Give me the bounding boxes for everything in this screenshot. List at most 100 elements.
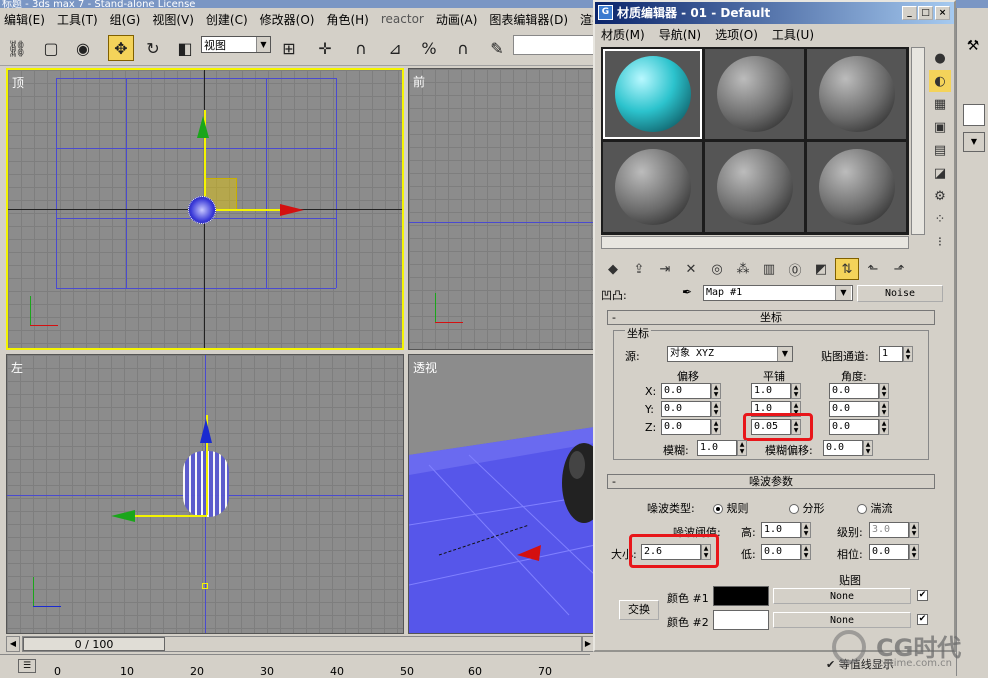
menu-reactor[interactable]: reactor	[381, 12, 424, 26]
sample-slot-2[interactable]	[705, 49, 804, 139]
make-preview-icon[interactable]: ◪	[929, 162, 951, 184]
blur-field[interactable]: 1.0	[697, 440, 737, 456]
coordinates-rollout-header[interactable]: - 坐标	[607, 310, 935, 325]
show-end-result-icon[interactable]: ⇅	[835, 258, 859, 280]
noise-type-turbulence[interactable]: 湍流	[857, 500, 893, 516]
named-selection-field[interactable]	[513, 35, 598, 55]
sample-slot-3[interactable]	[807, 49, 906, 139]
viewport-perspective[interactable]: 透视	[408, 354, 594, 634]
menu-modifiers[interactable]: 修改器(O)	[260, 11, 315, 28]
chevron-down-icon[interactable]: ▼	[777, 347, 792, 361]
angle-x-field[interactable]: 0.0	[829, 383, 879, 399]
menu-graph-editors[interactable]: 图表编辑器(D)	[489, 11, 568, 28]
low-field[interactable]: 0.0	[761, 544, 801, 560]
phase-spinner[interactable]: ▲ ▼	[909, 544, 919, 560]
offset-x-spinner[interactable]: ▲ ▼	[711, 383, 721, 399]
me-menu-navigation[interactable]: 导航(N)	[659, 26, 701, 43]
chevron-down-icon[interactable]: ▼	[963, 132, 985, 152]
tiling-x-field[interactable]: 1.0	[751, 383, 791, 399]
gizmo-z-arrow[interactable]	[200, 419, 212, 443]
map-name-field[interactable]: Map #1	[703, 285, 853, 301]
map-channel-field[interactable]: 1	[879, 346, 903, 362]
blur-spinner[interactable]: ▲ ▼	[737, 440, 747, 456]
select-link-icon[interactable]: ⛓	[4, 35, 30, 61]
manipulate-icon[interactable]: ✛	[312, 35, 338, 61]
me-menu-material[interactable]: 材质(M)	[601, 26, 645, 43]
select-object-icon[interactable]: ◉	[70, 35, 96, 61]
maximize-button[interactable]: □	[918, 6, 933, 20]
menu-views[interactable]: 视图(V)	[152, 11, 194, 28]
rotate-tool-icon[interactable]: ↻	[140, 35, 166, 61]
offset-y-field[interactable]: 0.0	[661, 401, 711, 417]
map-type-button[interactable]: Noise	[857, 285, 943, 302]
high-spinner[interactable]: ▲ ▼	[801, 522, 811, 538]
track-bar-menu-icon[interactable]: ☰	[18, 659, 36, 673]
sample-slot-1[interactable]	[603, 49, 702, 139]
viewport-top[interactable]: 顶	[6, 68, 404, 350]
blur-offset-field[interactable]: 0.0	[823, 440, 863, 456]
sample-slot-4[interactable]	[603, 142, 702, 232]
tiling-x-spinner[interactable]: ▲ ▼	[791, 383, 801, 399]
sample-uv-tiling-icon[interactable]: ▣	[929, 116, 951, 138]
sample-slot-6[interactable]	[807, 142, 906, 232]
spinner-snap-icon[interactable]: ∩	[450, 35, 476, 61]
chevron-down-icon[interactable]: ▼	[835, 286, 851, 300]
pivot-center-icon[interactable]: ⊞	[276, 35, 302, 61]
noise-type-regular[interactable]: 规则	[713, 500, 749, 516]
swap-button[interactable]: 交换	[619, 600, 659, 620]
radio-off-icon[interactable]	[857, 504, 867, 514]
reset-map-icon[interactable]: ✕	[679, 258, 703, 280]
angle-y-spinner[interactable]: ▲ ▼	[879, 401, 889, 417]
menu-character[interactable]: 角色(H)	[326, 11, 368, 28]
menu-tools[interactable]: 工具(T)	[57, 11, 98, 28]
gizmo-y-axis[interactable]	[127, 515, 207, 517]
make-copy-icon[interactable]: ◎	[705, 258, 729, 280]
select-region-icon[interactable]: ▢	[38, 35, 64, 61]
assign-material-icon[interactable]: ⇥	[653, 258, 677, 280]
low-spinner[interactable]: ▲ ▼	[801, 544, 811, 560]
source-select[interactable]: 对象 XYZ	[667, 346, 793, 362]
backlight-icon[interactable]: ◐	[929, 70, 951, 92]
map-channel-spinner[interactable]: ▲ ▼	[903, 346, 913, 362]
gizmo-x-axis[interactable]	[204, 209, 284, 211]
reference-coordinate-select[interactable]: 视图 ▼	[201, 36, 271, 53]
hammer-icon[interactable]: ⚒	[963, 38, 983, 58]
angle-z-field[interactable]: 0.0	[829, 419, 879, 435]
put-to-scene-icon[interactable]: ⇪	[627, 258, 651, 280]
close-button[interactable]: ×	[935, 6, 950, 20]
eyedropper-icon[interactable]: ✒	[679, 285, 695, 301]
offset-y-spinner[interactable]: ▲ ▼	[711, 401, 721, 417]
noise-params-rollout-header[interactable]: - 噪波参数	[607, 474, 935, 489]
angle-snap-icon[interactable]: ⊿	[382, 35, 408, 61]
viewport-left[interactable]: 左	[6, 354, 404, 634]
material-effects-channel-icon[interactable]: ⓪	[783, 258, 807, 280]
offset-z-spinner[interactable]: ▲ ▼	[711, 419, 721, 435]
menu-create[interactable]: 创建(C)	[206, 11, 248, 28]
sample-slot-5[interactable]	[705, 142, 804, 232]
named-selection-icon[interactable]: ✎	[484, 35, 510, 61]
blur-offset-spinner[interactable]: ▲ ▼	[863, 440, 873, 456]
options-icon[interactable]: ⚙	[929, 185, 951, 207]
radio-on-icon[interactable]	[713, 504, 723, 514]
move-tool-icon[interactable]: ✥	[108, 35, 134, 61]
material-navigator-icon[interactable]: ⁝	[929, 231, 951, 253]
angle-y-field[interactable]: 0.0	[829, 401, 879, 417]
color-swatch[interactable]	[963, 104, 985, 126]
color2-swatch[interactable]	[713, 610, 769, 630]
go-to-parent-icon[interactable]: ⬑	[861, 258, 885, 280]
percent-snap-icon[interactable]: %	[416, 35, 442, 61]
menu-animation[interactable]: 动画(A)	[436, 11, 478, 28]
me-menu-options[interactable]: 选项(O)	[715, 26, 758, 43]
time-prev-icon[interactable]: ◀	[6, 636, 20, 652]
angle-z-spinner[interactable]: ▲ ▼	[879, 419, 889, 435]
levels-field[interactable]: 3.0	[869, 522, 909, 538]
gizmo-x-arrow[interactable]	[280, 204, 304, 216]
color1-map-button[interactable]: None	[773, 588, 911, 604]
select-by-material-icon[interactable]: ⁘	[929, 208, 951, 230]
offset-z-field[interactable]: 0.0	[661, 419, 711, 435]
selected-object-sphere[interactable]	[188, 196, 216, 224]
sample-slots-vertical-scrollbar[interactable]	[911, 47, 925, 235]
scale-tool-icon[interactable]: ◧	[172, 35, 198, 61]
minimize-button[interactable]: _	[902, 6, 917, 20]
angle-x-spinner[interactable]: ▲ ▼	[879, 383, 889, 399]
